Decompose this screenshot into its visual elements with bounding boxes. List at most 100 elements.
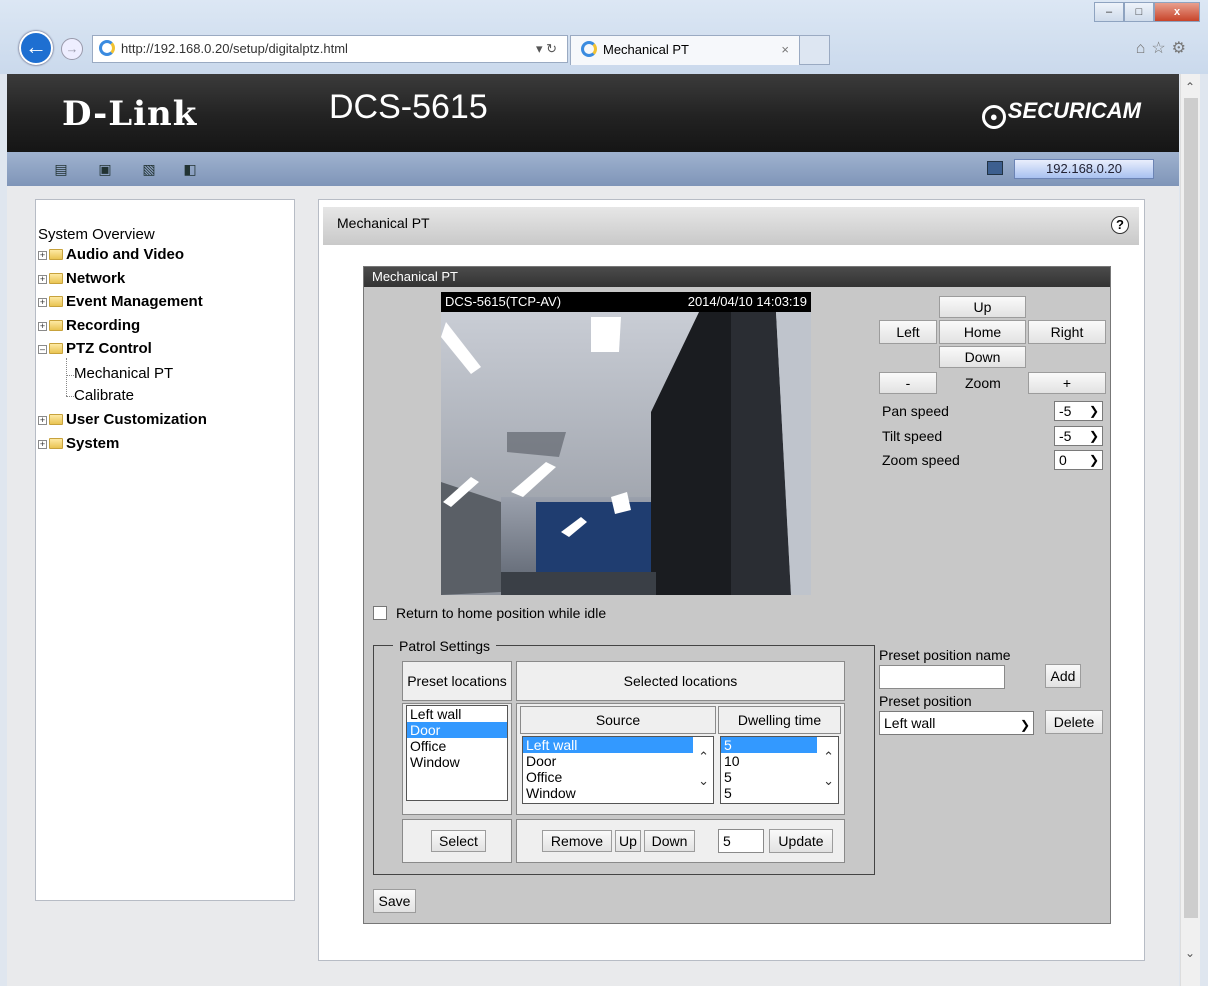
- scroll-down-icon[interactable]: ⌄: [698, 773, 709, 789]
- zoom-speed-label: Zoom speed: [882, 452, 960, 468]
- sidebar: System Overview + Audio and Video + Networ…: [35, 199, 295, 901]
- sidebar-item-system[interactable]: + System: [38, 435, 119, 452]
- sidebar-item-ptz-control[interactable]: – PTZ Control: [38, 340, 152, 357]
- dwelling-time-header: Dwelling time: [718, 706, 841, 734]
- lock-icon: ●: [981, 105, 1006, 129]
- preset-position-select[interactable]: Left wall ❯: [879, 711, 1034, 735]
- sidebar-item-mechanical-pt[interactable]: Mechanical PT: [74, 365, 173, 382]
- ie-icon: [581, 41, 597, 57]
- panel-title: Mechanical PT: [337, 215, 430, 231]
- source-list[interactable]: Left wall Door Office Window ⌃ ⌄: [522, 736, 714, 804]
- tab-title: Mechanical PT: [603, 42, 689, 57]
- home-icon[interactable]: ⌂: [1136, 40, 1152, 57]
- move-up-button[interactable]: Up: [615, 830, 641, 852]
- save-button[interactable]: Save: [373, 889, 416, 913]
- list-item[interactable]: Left wall: [407, 706, 507, 722]
- folder-icon: [49, 438, 63, 449]
- favorites-icon[interactable]: ☆: [1151, 40, 1171, 57]
- scroll-up-icon[interactable]: ⌃: [823, 749, 834, 765]
- playback-icon[interactable]: ▣: [96, 161, 114, 177]
- scroll-down-icon[interactable]: ⌄: [1185, 946, 1195, 960]
- return-home-checkbox[interactable]: [373, 606, 387, 620]
- list-item[interactable]: 10: [721, 753, 838, 769]
- pan-speed-select[interactable]: -5 ❯: [1054, 401, 1103, 421]
- list-item[interactable]: Door: [523, 753, 713, 769]
- sidebar-item-calibrate[interactable]: Calibrate: [74, 387, 134, 404]
- logout-icon[interactable]: ◧: [181, 161, 199, 177]
- select-button[interactable]: Select: [431, 830, 486, 852]
- dwelling-time-list[interactable]: 5 10 5 5 ⌃ ⌄: [720, 736, 839, 804]
- ptz-up-button[interactable]: Up: [939, 296, 1026, 318]
- sidebar-item-event-management[interactable]: + Event Management: [38, 293, 203, 310]
- new-tab-button[interactable]: [800, 35, 830, 65]
- live-video-icon[interactable]: ▤: [52, 161, 70, 177]
- tree-connector: [66, 358, 67, 396]
- tree-connector: [66, 375, 74, 376]
- ptz-right-button[interactable]: Right: [1028, 320, 1106, 344]
- close-tab-icon[interactable]: ×: [781, 36, 789, 64]
- remove-button[interactable]: Remove: [542, 830, 612, 852]
- tilt-speed-select[interactable]: -5 ❯: [1054, 426, 1103, 446]
- ptz-down-button[interactable]: Down: [939, 346, 1026, 368]
- zoom-speed-select[interactable]: 0 ❯: [1054, 450, 1103, 470]
- back-button[interactable]: ←: [19, 31, 53, 65]
- preset-locations-header: Preset locations: [402, 661, 512, 701]
- address-bar[interactable]: http://192.168.0.20/setup/digitalptz.htm…: [92, 35, 568, 63]
- sidebar-item-network[interactable]: + Network: [38, 270, 125, 287]
- forward-button[interactable]: →: [61, 38, 83, 60]
- list-item-selected[interactable]: Door: [407, 722, 507, 738]
- scroll-down-icon[interactable]: ⌄: [823, 773, 834, 789]
- list-item[interactable]: 5: [721, 769, 838, 785]
- list-item[interactable]: Office: [523, 769, 713, 785]
- expand-icon[interactable]: +: [38, 298, 47, 307]
- expand-icon[interactable]: +: [38, 440, 47, 449]
- delete-preset-button[interactable]: Delete: [1045, 710, 1103, 734]
- ip-address-badge: 192.168.0.20: [1014, 159, 1154, 179]
- sidebar-system-overview[interactable]: System Overview: [38, 226, 155, 243]
- preset-locations-list[interactable]: Left wall Door Office Window: [406, 705, 508, 801]
- expand-icon[interactable]: +: [38, 275, 47, 284]
- list-item[interactable]: Window: [407, 754, 507, 770]
- refresh-icon[interactable]: ▾ ↻: [536, 36, 557, 62]
- list-item-selected[interactable]: 5: [721, 737, 817, 753]
- monitor-icon: [987, 161, 1003, 175]
- return-home-label: Return to home position while idle: [396, 605, 607, 621]
- sidebar-item-user-customization[interactable]: + User Customization: [38, 411, 207, 428]
- scroll-thumb[interactable]: [1184, 98, 1198, 918]
- setup-icon[interactable]: ▧: [140, 161, 158, 177]
- zoom-in-button[interactable]: +: [1028, 372, 1106, 394]
- close-window-button[interactable]: x: [1154, 2, 1200, 22]
- expand-icon[interactable]: +: [38, 416, 47, 425]
- expand-icon[interactable]: +: [38, 322, 47, 331]
- collapse-icon[interactable]: –: [38, 345, 47, 354]
- update-button[interactable]: Update: [769, 829, 833, 853]
- folder-open-icon: [49, 343, 63, 354]
- sidebar-item-audio-video[interactable]: + Audio and Video: [38, 246, 184, 263]
- video-feed[interactable]: [441, 292, 811, 595]
- list-item[interactable]: Office: [407, 738, 507, 754]
- help-icon[interactable]: ?: [1111, 216, 1129, 234]
- scroll-up-icon[interactable]: ⌃: [698, 749, 709, 765]
- ptz-left-button[interactable]: Left: [879, 320, 937, 344]
- folder-icon: [49, 414, 63, 425]
- list-item-selected[interactable]: Left wall: [523, 737, 693, 753]
- maximize-button[interactable]: □: [1124, 2, 1154, 22]
- list-item[interactable]: Window: [523, 785, 713, 801]
- chevron-down-icon: ❯: [1088, 453, 1099, 467]
- move-down-button[interactable]: Down: [644, 830, 695, 852]
- sidebar-item-recording[interactable]: + Recording: [38, 317, 140, 334]
- scroll-up-icon[interactable]: ⌃: [1185, 80, 1195, 94]
- add-preset-button[interactable]: Add: [1045, 664, 1081, 688]
- patrol-settings-legend: Patrol Settings: [393, 638, 497, 654]
- list-item[interactable]: 5: [721, 785, 838, 801]
- dwell-time-input[interactable]: 5: [718, 829, 764, 853]
- tab-mechanical-pt[interactable]: Mechanical PT ×: [570, 35, 800, 65]
- vertical-scrollbar[interactable]: ⌃ ⌄: [1180, 74, 1200, 986]
- panel-header: Mechanical PT ?: [323, 207, 1139, 245]
- gear-icon[interactable]: ⚙: [1172, 40, 1192, 57]
- preset-name-input[interactable]: [879, 665, 1005, 689]
- ptz-home-button[interactable]: Home: [939, 320, 1026, 344]
- minimize-button[interactable]: –: [1094, 2, 1124, 22]
- zoom-out-button[interactable]: -: [879, 372, 937, 394]
- expand-icon[interactable]: +: [38, 251, 47, 260]
